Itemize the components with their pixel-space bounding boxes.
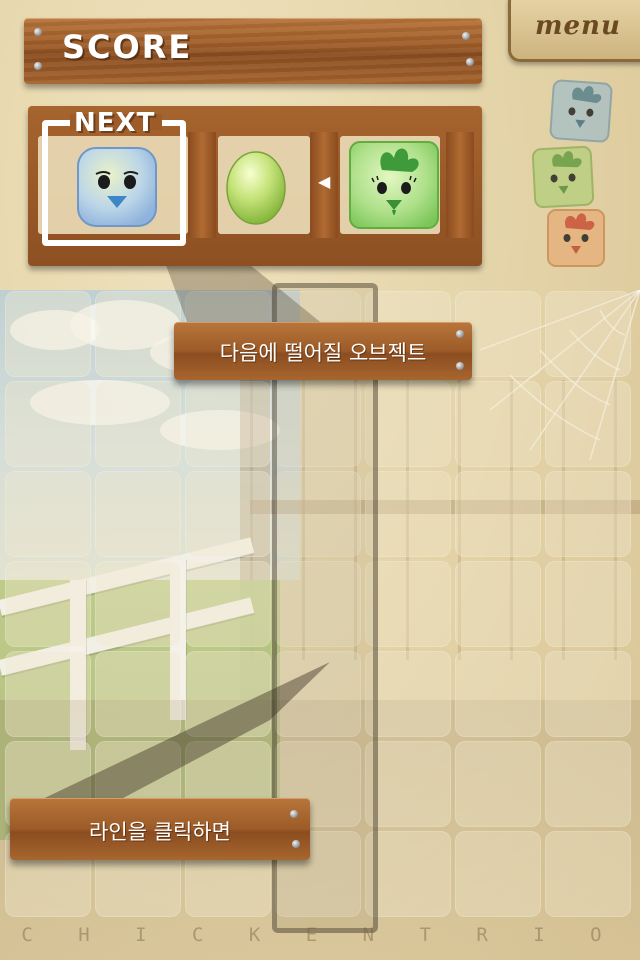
- next-label: NEXT: [74, 108, 156, 138]
- game-screen: SCORE menu NEXT ◀ 다음에 떨어질 오브젝트 라인을 클릭하면 …: [0, 0, 640, 960]
- blue-chick-icon: [77, 147, 157, 227]
- tutorial-caption-next-object: 다음에 떨어질 오브젝트: [219, 341, 427, 365]
- menu-label: menu: [535, 11, 621, 41]
- slot-divider: [188, 132, 216, 238]
- red-chicken-icon: [547, 209, 605, 267]
- tutorial-sign-next-object: 다음에 떨어질 오브젝트: [174, 322, 472, 380]
- score-board: SCORE: [24, 18, 482, 84]
- green-chicken-icon: [349, 141, 439, 229]
- score-label: SCORE: [62, 28, 193, 66]
- blue-chicken-icon: [549, 79, 613, 143]
- arrow-left-icon: ◀: [318, 172, 331, 191]
- tutorial-sign-click-line: 라인을 클릭하면: [10, 798, 310, 860]
- slot-divider: [446, 132, 474, 238]
- menu-button[interactable]: menu: [508, 0, 640, 62]
- tutorial-caption-click-line: 라인을 클릭하면: [89, 820, 231, 844]
- green-egg-icon: [226, 151, 286, 225]
- green-chicken-icon: [531, 145, 595, 209]
- game-title-footer: C H I C K E N T R I O: [21, 924, 619, 946]
